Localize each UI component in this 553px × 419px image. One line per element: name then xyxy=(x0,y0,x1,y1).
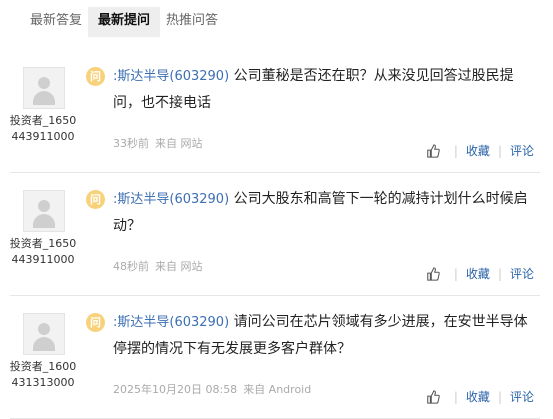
comment-button[interactable]: 评论 xyxy=(510,142,534,159)
stock-link[interactable]: :斯达半导(603290) xyxy=(113,69,229,84)
thumbs-up-icon[interactable] xyxy=(426,266,440,281)
tab-latest-replies[interactable]: 最新答复 xyxy=(20,7,92,37)
question-item: 投资者_1600 431313000 问 :斯达半导(603290) 请问公司在… xyxy=(10,296,540,419)
post-time: 33秒前 xyxy=(113,137,149,150)
item-actions: | 收藏 | 评论 xyxy=(426,142,534,159)
thumbs-up-icon[interactable] xyxy=(426,143,440,158)
stock-link[interactable]: :斯达半导(603290) xyxy=(113,315,229,330)
post-source: 来自 网站 xyxy=(155,137,203,150)
question-icon: 问 xyxy=(86,190,105,209)
question-item: 投资者_1650 443911000 问 :斯达半导(603290) 公司董秘是… xyxy=(10,50,540,173)
thumbs-up-icon[interactable] xyxy=(426,389,440,404)
question-icon: 问 xyxy=(86,67,105,86)
avatar[interactable] xyxy=(23,67,65,109)
item-actions: | 收藏 | 评论 xyxy=(426,265,534,282)
tab-hot-qa[interactable]: 热推问答 xyxy=(156,7,228,37)
avatar[interactable] xyxy=(23,313,65,355)
favorite-button[interactable]: 收藏 xyxy=(466,142,490,159)
post-meta: 33秒前 来自 网站 xyxy=(113,135,203,151)
question-text: :斯达半导(603290) 公司董秘是否还在职？从来没见回答过股民提问，也不接电… xyxy=(113,68,514,111)
comment-button[interactable]: 评论 xyxy=(510,265,534,282)
username[interactable]: 投资者_1650 443911000 xyxy=(7,113,79,145)
question-feed: 投资者_1650 443911000 问 :斯达半导(603290) 公司董秘是… xyxy=(10,50,540,419)
username[interactable]: 投资者_1600 431313000 xyxy=(7,359,79,391)
username[interactable]: 投资者_1650 443911000 xyxy=(7,236,79,268)
favorite-button[interactable]: 收藏 xyxy=(466,388,490,405)
tab-latest-questions[interactable]: 最新提问 xyxy=(88,7,161,37)
avatar[interactable] xyxy=(23,190,65,232)
question-icon: 问 xyxy=(86,313,105,332)
question-text: :斯达半导(603290) 公司大股东和高管下一轮的减持计划什么时候启动？ xyxy=(113,191,528,234)
item-actions: | 收藏 | 评论 xyxy=(426,388,534,405)
post-source: 来自 网站 xyxy=(155,260,203,273)
post-source: 来自 Android xyxy=(243,383,312,396)
post-meta: 48秒前 来自 网站 xyxy=(113,258,203,274)
question-text: :斯达半导(603290) 请问公司在芯片领域有多少进展，在安世半导体停摆的情况… xyxy=(113,314,528,357)
post-time: 2025年10月20日 08:58 xyxy=(113,383,238,396)
question-item: 投资者_1650 443911000 问 :斯达半导(603290) 公司大股东… xyxy=(10,173,540,296)
post-time: 48秒前 xyxy=(113,260,149,273)
stock-link[interactable]: :斯达半导(603290) xyxy=(113,192,229,207)
comment-button[interactable]: 评论 xyxy=(510,388,534,405)
tab-bar: 最新答复 最新提问 热推问答 xyxy=(0,0,553,40)
favorite-button[interactable]: 收藏 xyxy=(466,265,490,282)
post-meta: 2025年10月20日 08:58 来自 Android xyxy=(113,381,311,397)
